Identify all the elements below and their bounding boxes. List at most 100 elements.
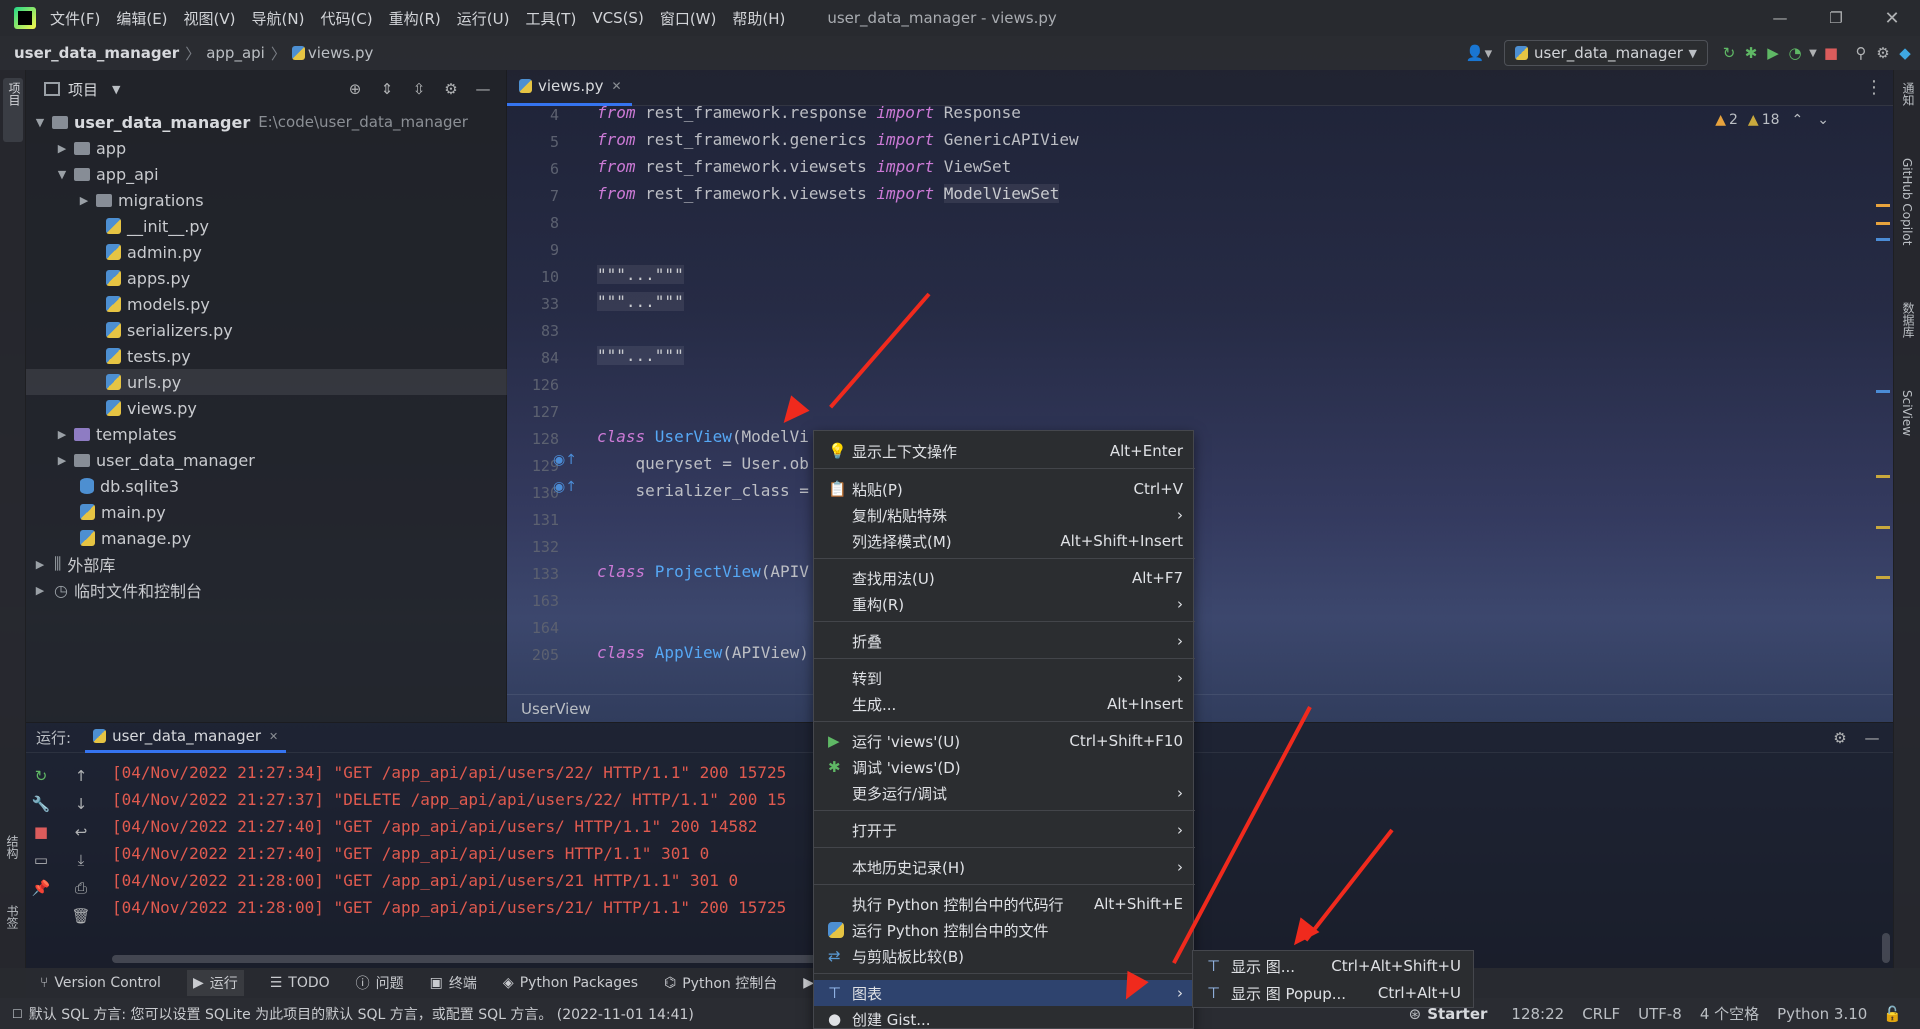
copilot-tool-tab[interactable]: GitHub Copilot xyxy=(1900,158,1914,245)
more-run-chevron-icon[interactable]: ▼ xyxy=(1806,42,1820,64)
code-line[interactable]: serializer_class = xyxy=(597,481,819,500)
error-stripe-marker[interactable] xyxy=(1876,526,1890,529)
tab-views-py[interactable]: views.py ✕ xyxy=(507,70,632,106)
error-stripe-marker[interactable] xyxy=(1876,222,1890,225)
error-stripe-marker[interactable] xyxy=(1876,238,1890,241)
pin-icon[interactable]: 📌 xyxy=(30,877,52,899)
ctx-show-context-actions[interactable]: 💡 显示上下文操作 Alt+Enter xyxy=(814,438,1195,464)
override-gutter-icon[interactable]: ◉↑ xyxy=(553,452,577,468)
menu-tools[interactable]: 工具(T) xyxy=(525,8,576,29)
folded-docstring[interactable]: """...""" xyxy=(597,346,684,365)
vertical-scrollbar[interactable] xyxy=(1882,933,1890,963)
search-icon[interactable]: ⚲ xyxy=(1850,42,1872,64)
stop-icon[interactable]: ■ xyxy=(1820,42,1842,64)
tree-item-apps[interactable]: apps.py xyxy=(26,265,507,291)
project-tool-tab[interactable]: 项目 xyxy=(3,78,23,142)
submenu-show-diagram-popup[interactable]: ⊤ 显示 图 Popup... Ctrl+Alt+U xyxy=(1193,980,1473,1006)
override-gutter-icon[interactable]: ◉↑ xyxy=(553,479,577,495)
tree-item-migrations[interactable]: ▶ migrations xyxy=(26,187,507,213)
tab-actions-icon[interactable]: ⋮ xyxy=(1865,77,1883,98)
error-stripe-marker[interactable] xyxy=(1876,475,1890,478)
close-window-icon[interactable]: ✕ xyxy=(1864,7,1920,29)
code-line[interactable]: from rest_framework.generics import Gene… xyxy=(597,130,1079,149)
menu-navigate[interactable]: 导航(N) xyxy=(252,8,305,29)
line-separator[interactable]: CRLF xyxy=(1582,1005,1620,1023)
hide-panel-icon[interactable]: — xyxy=(467,78,499,100)
minimize-icon[interactable]: — xyxy=(1752,7,1808,29)
ctx-copy-paste-special[interactable]: 复制/粘贴特殊 › xyxy=(814,502,1195,528)
tree-item-templates[interactable]: ▶ templates xyxy=(26,421,507,447)
code-line[interactable]: class AppView(APIView) xyxy=(597,643,809,662)
status-message[interactable]: 默认 SQL 方言: 您可以设置 SQLite 为此项目的默认 SQL 方言，或… xyxy=(29,1004,694,1024)
menu-refactor[interactable]: 重构(R) xyxy=(389,8,441,29)
error-stripe-marker[interactable] xyxy=(1876,576,1890,579)
file-encoding[interactable]: UTF-8 xyxy=(1638,1005,1682,1023)
tree-item-views[interactable]: views.py xyxy=(26,395,507,421)
prev-highlight-icon[interactable]: ⌃ xyxy=(1792,112,1804,128)
menu-file[interactable]: 文件(F) xyxy=(50,8,100,29)
panel-settings-icon[interactable]: ⚙ xyxy=(435,78,467,100)
trash-icon[interactable]: 🗑 xyxy=(70,905,92,927)
tool-python-console[interactable]: ⌬ Python 控制台 xyxy=(664,973,777,993)
menu-help[interactable]: 帮助(H) xyxy=(732,8,785,29)
code-line[interactable]: class UserView(ModelVi xyxy=(597,427,809,446)
error-stripe-marker[interactable] xyxy=(1876,390,1890,393)
folded-docstring[interactable]: """...""" xyxy=(597,265,684,284)
code-line[interactable]: class ProjectView(APIV xyxy=(597,562,809,581)
ctx-local-history[interactable]: 本地历史记录(H) › xyxy=(814,854,1195,880)
error-stripe-marker[interactable] xyxy=(1876,204,1890,207)
sciview-tool-tab[interactable]: SciView xyxy=(1900,390,1914,436)
debug-icon[interactable]: ✱ xyxy=(1740,42,1762,64)
soft-wrap-icon[interactable]: ↩ xyxy=(70,821,92,843)
collapse-all-icon[interactable]: ⇳ xyxy=(403,78,435,100)
ctx-compare-clipboard[interactable]: ⇄ 与剪贴板比较(B) xyxy=(814,943,1195,969)
ctx-exec-line-in-console[interactable]: 执行 Python 控制台中的代码行 Alt+Shift+E xyxy=(814,891,1195,917)
submenu-show-diagram[interactable]: ⊤ 显示 图... Ctrl+Alt+Shift+U xyxy=(1193,953,1473,979)
ctx-open-in[interactable]: 打开于 › xyxy=(814,817,1195,843)
arrow-up-icon[interactable]: ↑ xyxy=(70,765,92,787)
tree-item-root[interactable]: ▼ user_data_manager E:\code\user_data_mana… xyxy=(26,109,507,135)
ctx-column-selection[interactable]: 列选择模式(M) Alt+Shift+Insert xyxy=(814,528,1195,554)
ctx-generate[interactable]: 生成... Alt+Insert xyxy=(814,691,1195,717)
tool-todo[interactable]: ☰ TODO xyxy=(270,975,330,991)
expand-all-icon[interactable]: ⇕ xyxy=(371,78,403,100)
tree-item-app[interactable]: ▶ app xyxy=(26,135,507,161)
layout-icon[interactable]: ▭ xyxy=(30,849,52,871)
profile-icon[interactable]: ◔ xyxy=(1784,42,1806,64)
tool-run[interactable]: ▶ 运行 xyxy=(186,970,244,996)
wrench-icon[interactable]: 🔧 xyxy=(30,793,52,815)
folded-docstring[interactable]: """...""" xyxy=(597,292,684,311)
jetbrains-ai-icon[interactable]: ◆ xyxy=(1894,42,1916,64)
tree-item-manage[interactable]: manage.py xyxy=(26,525,507,551)
stop-icon[interactable]: ■ xyxy=(30,821,52,843)
scroll-to-end-icon[interactable]: ⤓ xyxy=(70,849,92,871)
gear-icon[interactable]: ⚙ xyxy=(1872,42,1894,64)
tool-problems[interactable]: ⓘ 问题 xyxy=(356,973,404,993)
arrow-down-icon[interactable]: ↓ xyxy=(70,793,92,815)
tree-item-serializers[interactable]: serializers.py xyxy=(26,317,507,343)
rerun-icon[interactable]: ↻ xyxy=(1718,42,1740,64)
run-config-select[interactable]: user_data_manager ▼ xyxy=(1504,40,1708,66)
ctx-paste[interactable]: 📋 粘贴(P) Ctrl+V xyxy=(814,476,1195,502)
user-icon[interactable]: 👤▾ xyxy=(1462,42,1496,64)
print-icon[interactable]: ⎙ xyxy=(70,877,92,899)
tree-item-tests[interactable]: tests.py xyxy=(26,343,507,369)
status-toggle-icon[interactable]: ☐ xyxy=(12,1007,23,1021)
ctx-more-run-debug[interactable]: 更多运行/调试 › xyxy=(814,780,1195,806)
horizontal-scrollbar[interactable] xyxy=(112,955,872,963)
notifications-tool-tab[interactable]: 通知 xyxy=(1900,82,1917,106)
structure-tool-tab[interactable]: 结构 xyxy=(4,835,21,859)
close-run-tab-icon[interactable]: ✕ xyxy=(269,730,278,743)
crumb-file[interactable]: views.py xyxy=(308,44,374,62)
restore-icon[interactable]: ❐ xyxy=(1808,7,1864,29)
inspection-widget[interactable]: ▲ 2 ▲ 18 ⌃ ⌄ xyxy=(1715,112,1829,128)
menu-code[interactable]: 代码(C) xyxy=(320,8,372,29)
tree-item-urls[interactable]: urls.py xyxy=(26,369,507,395)
menu-view[interactable]: 视图(V) xyxy=(184,8,236,29)
tree-item-scratches[interactable]: ▶ ◷ 临时文件和控制台 xyxy=(26,577,507,603)
menu-edit[interactable]: 编辑(E) xyxy=(116,8,167,29)
ctx-debug-views[interactable]: ✱ 调试 'views'(D) xyxy=(814,754,1195,780)
code-line[interactable]: from rest_framework.viewsets import View… xyxy=(597,157,1011,176)
crumb-project[interactable]: user_data_manager xyxy=(14,44,179,62)
caret-position[interactable]: 128:22 xyxy=(1511,1005,1564,1023)
